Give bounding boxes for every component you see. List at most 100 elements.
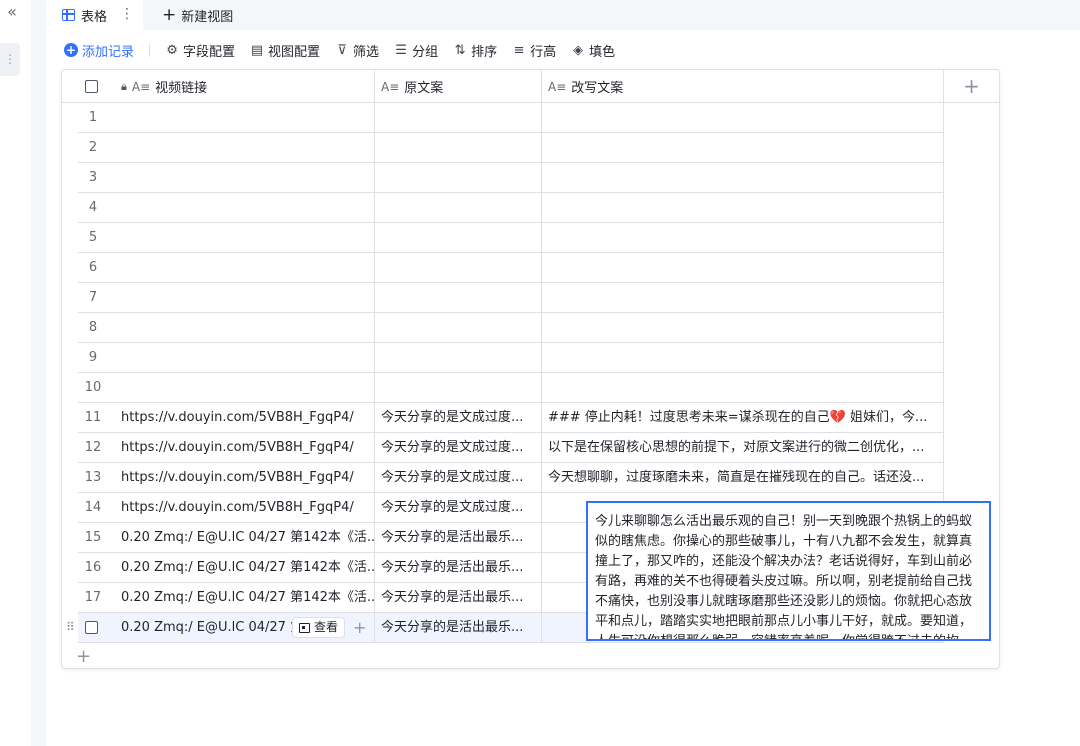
text-field-icon: A≡ — [131, 79, 151, 94]
cell-video-link[interactable] — [115, 373, 375, 402]
cell-editor[interactable]: 今儿来聊聊怎么活出最乐观的自己！别一天到晚跟个热锅上的蚂蚁似的瞎焦虑。你操心的那… — [586, 501, 991, 641]
add-column-button[interactable]: + — [943, 70, 999, 103]
cell-original[interactable] — [375, 163, 542, 192]
table-row[interactable]: 10 — [78, 373, 944, 403]
cell-original[interactable] — [375, 103, 542, 132]
collapse-sidebar-icon[interactable]: « — [3, 4, 21, 22]
more-vertical-icon[interactable]: ⋮ — [0, 43, 20, 76]
table-row[interactable]: 2 — [78, 133, 944, 163]
table-row[interactable]: 12 https://v.douyin.com/5VB8H_FgqP4/今天分享的… — [78, 433, 944, 463]
cell-original[interactable]: 今天分享的是文成过度... — [375, 463, 542, 492]
cell-video-link[interactable] — [115, 193, 375, 222]
field-config-label: 字段配置 — [183, 44, 236, 60]
add-row-button[interactable]: + — [76, 646, 91, 667]
cell-original[interactable]: 今天分享的是文成过度... — [375, 493, 542, 522]
row-number: 12 — [84, 440, 102, 455]
view-config-button[interactable]: ▤ 视图配置 — [250, 41, 320, 60]
row-number: 5 — [88, 230, 98, 245]
table-row[interactable]: 13 https://v.douyin.com/5VB8H_FgqP4/今天分享的… — [78, 463, 944, 493]
column-header-original[interactable]: A≡ 原文案 — [375, 70, 542, 103]
cell-original[interactable] — [375, 343, 542, 372]
cell-rewritten[interactable] — [542, 103, 944, 132]
cell-rewritten[interactable] — [542, 133, 944, 162]
cell-original[interactable]: 今天分享的是文成过度... — [375, 403, 542, 432]
cell-original[interactable] — [375, 283, 542, 312]
new-view-button[interactable]: + 新建视图 — [162, 0, 233, 30]
cell-rewritten[interactable] — [542, 283, 944, 312]
table-row[interactable]: 3 — [78, 163, 944, 193]
cell-video-link[interactable] — [115, 313, 375, 342]
cell-rewritten[interactable] — [542, 253, 944, 282]
main-area: 表格 ⋮ + 新建视图 + 添加记录 ⚙ 字段配置 ▤ 视图配置 ⊽ 筛选 ☰ … — [46, 0, 1080, 746]
cell-original[interactable] — [375, 373, 542, 402]
group-button[interactable]: ☰ 分组 — [394, 41, 438, 60]
cell-video-link[interactable] — [115, 343, 375, 372]
cell-rewritten[interactable]: ### 停止内耗！过度思考未来=谋杀现在的自己💔 姐妹们，今... — [542, 403, 944, 432]
plus-icon[interactable]: + — [353, 613, 366, 642]
cell-video-link[interactable] — [115, 103, 375, 132]
cell-original[interactable] — [375, 313, 542, 342]
row-number: 15 — [84, 530, 102, 545]
column-title: 原文案 — [404, 81, 444, 96]
select-all-checkbox[interactable] — [85, 80, 98, 93]
table-row[interactable]: 7 — [78, 283, 944, 313]
table-row[interactable]: 5 — [78, 223, 944, 253]
cell-video-link[interactable]: 0.20 Zmq:/ E@U.lC 04/27 第142本《活... — [115, 583, 375, 612]
sort-icon: ⇅ — [454, 42, 466, 58]
field-config-button[interactable]: ⚙ 字段配置 — [165, 41, 235, 60]
column-title: 改写文案 — [571, 81, 624, 96]
cell-original[interactable] — [375, 193, 542, 222]
cell-original[interactable]: 今天分享的是活出最乐... — [375, 613, 542, 642]
cell-original[interactable]: 今天分享的是活出最乐... — [375, 523, 542, 552]
row-number: 17 — [84, 590, 102, 605]
cell-original[interactable] — [375, 133, 542, 162]
cell-video-link[interactable] — [115, 223, 375, 252]
select-all-cell[interactable] — [78, 70, 115, 103]
lock-icon: 🔒︎ — [121, 79, 127, 93]
tab-more-icon[interactable]: ⋮ — [120, 6, 134, 22]
row-number: 4 — [88, 200, 98, 215]
add-record-label: 添加记录 — [82, 44, 135, 60]
cell-rewritten[interactable] — [542, 373, 944, 402]
cell-original[interactable]: 今天分享的是文成过度... — [375, 433, 542, 462]
table-row[interactable]: 4 — [78, 193, 944, 223]
drag-handle-icon[interactable]: ⠿ — [66, 613, 75, 642]
cell-original[interactable]: 今天分享的是活出最乐... — [375, 583, 542, 612]
cell-video-link[interactable]: 0.20 Zmq:/ E@U.lC 04/27 第142本《活... — [115, 553, 375, 582]
table-row[interactable]: 1 — [78, 103, 944, 133]
cell-video-link[interactable]: 0.20 Zmq:/ E@U.lC 04/27 第142本《活... — [115, 523, 375, 552]
row-height-button[interactable]: ≡ 行高 — [512, 41, 556, 60]
table-row[interactable]: 6 — [78, 253, 944, 283]
cell-video-link[interactable] — [115, 133, 375, 162]
cell-rewritten[interactable] — [542, 223, 944, 252]
table-row[interactable]: 11 https://v.douyin.com/5VB8H_FgqP4/今天分享的… — [78, 403, 944, 433]
cell-rewritten[interactable] — [542, 313, 944, 342]
cell-video-link[interactable]: https://v.douyin.com/5VB8H_FgqP4/ — [115, 493, 375, 522]
fill-color-button[interactable]: ◈ 填色 — [571, 41, 615, 60]
cell-video-link[interactable]: https://v.douyin.com/5VB8H_FgqP4/ — [115, 463, 375, 492]
cell-rewritten[interactable] — [542, 193, 944, 222]
cell-video-link[interactable]: https://v.douyin.com/5VB8H_FgqP4/ — [115, 403, 375, 432]
cell-rewritten[interactable]: 今天想聊聊，过度琢磨未来，简直是在摧残现在的自己。话还没... — [542, 463, 944, 492]
cell-video-link[interactable] — [115, 253, 375, 282]
table-row[interactable]: 8 — [78, 313, 944, 343]
sort-button[interactable]: ⇅ 排序 — [453, 41, 497, 60]
add-record-button[interactable]: + 添加记录 — [64, 41, 134, 60]
filter-button[interactable]: ⊽ 筛选 — [335, 41, 379, 60]
cell-rewritten[interactable] — [542, 343, 944, 372]
cell-rewritten[interactable]: 以下是在保留核心思想的前提下，对原文案进行的微二创优化，... — [542, 433, 944, 462]
column-header-video-link[interactable]: 🔒︎ A≡ 视频链接 — [115, 70, 375, 103]
cell-video-link[interactable]: https://v.douyin.com/5VB8H_FgqP4/ — [115, 433, 375, 462]
cell-original[interactable] — [375, 223, 542, 252]
cell-original[interactable]: 今天分享的是活出最乐... — [375, 553, 542, 582]
cell-video-link[interactable] — [115, 283, 375, 312]
row-checkbox[interactable] — [85, 621, 98, 634]
cell-original[interactable] — [375, 253, 542, 282]
view-record-button[interactable]: 查看 — [292, 617, 346, 638]
column-header-rewritten[interactable]: A≡ 改写文案 — [542, 70, 944, 103]
table-row[interactable]: 9 — [78, 343, 944, 373]
cell-rewritten[interactable] — [542, 163, 944, 192]
cell-video-link[interactable] — [115, 163, 375, 192]
cell-text: 0.20 Zmq:/ E@U.lC 04/27 第 — [121, 620, 304, 635]
group-icon: ☰ — [395, 42, 407, 58]
